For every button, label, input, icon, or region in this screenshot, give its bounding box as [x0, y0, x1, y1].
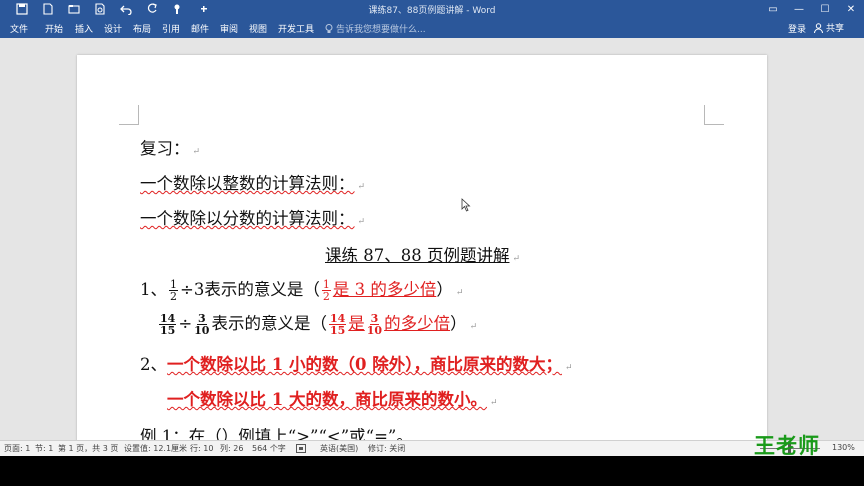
- q1b-fraction-a-den: 15: [160, 324, 176, 337]
- section-title: 课练 87、88 页例题讲解 ↵: [325, 242, 520, 266]
- paragraph-mark: ↵: [512, 254, 521, 264]
- status-bar: 页面: 1 节: 1 第 1 页，共 3 页 设置值: 12.1厘米 行: 10…: [0, 440, 864, 456]
- tell-me-box[interactable]: 告诉我您想要做什么...: [325, 22, 426, 35]
- question-1b: 14 15 ÷ 3 10 表示的意义是（ 14 15 是 3 10 的多少倍） ↵: [157, 310, 477, 336]
- q1-answer-fraction-den: 2: [322, 290, 330, 303]
- mouse-cursor-icon: [461, 198, 471, 212]
- share-label: 共享: [826, 24, 845, 34]
- q1-divisor: ÷3: [180, 280, 205, 299]
- maximize-button[interactable]: ☐: [812, 0, 838, 18]
- paragraph-mark: ↵: [192, 147, 201, 157]
- close-button[interactable]: ✕: [838, 0, 864, 18]
- status-language[interactable]: 英语(美国): [320, 443, 358, 454]
- q1-fraction: 12: [169, 279, 178, 302]
- q2-number: 2、: [140, 355, 167, 374]
- review-heading: 复习： ↵: [140, 135, 200, 159]
- status-row[interactable]: 行: 10: [190, 443, 213, 454]
- crop-mark-top-right: [704, 105, 724, 125]
- tab-mailings[interactable]: 邮件: [191, 22, 209, 35]
- q1-meaning-label: 表示的意义是（: [204, 280, 320, 299]
- ribbon-tabs: 文件 开始 插入 设计 布局 引用 邮件 审阅 视图 开发工具 告诉我您想要做什…: [0, 18, 864, 38]
- section-title-text: 课练 87、88 页例题讲解: [325, 246, 510, 265]
- tab-developer[interactable]: 开发工具: [278, 22, 314, 35]
- status-page-of[interactable]: 第 1 页，共 3 页: [58, 443, 118, 454]
- q1b-fraction-a: 14 15: [159, 313, 177, 337]
- example-1-text: 例 1：在（）例填上“>”“<”或“=”。: [140, 427, 413, 440]
- status-section[interactable]: 节: 1: [35, 443, 53, 454]
- tab-layout[interactable]: 布局: [133, 22, 151, 35]
- minimize-button[interactable]: —: [786, 0, 812, 18]
- tab-view[interactable]: 视图: [249, 22, 267, 35]
- q1b-divide: ÷: [178, 314, 193, 333]
- tab-design[interactable]: 设计: [104, 22, 122, 35]
- paragraph-mark: ↵: [455, 288, 464, 298]
- q1b-close-paren: ）: [450, 314, 467, 333]
- tab-references[interactable]: 引用: [162, 22, 180, 35]
- lightbulb-icon: [325, 23, 333, 33]
- q2-line-2: 一个数除以比 1 大的数，商比原来的数小。: [167, 390, 487, 409]
- tab-review[interactable]: 审阅: [220, 22, 238, 35]
- macro-record-icon[interactable]: [296, 444, 306, 453]
- q1-number: 1、: [140, 280, 167, 299]
- title-bar: 课练87、88页例题讲解 - Word ▭ — ☐ ✕: [0, 0, 864, 18]
- rule-fraction-text: 一个数除以分数的计算法则：: [140, 209, 355, 228]
- paragraph-mark: ↵: [489, 398, 498, 408]
- document-page[interactable]: 复习： ↵ 一个数除以整数的计算法则： ↵ 一个数除以分数的计算法则： ↵ 课练 87…: [77, 55, 767, 440]
- q1b-fraction-b-den: 10: [194, 324, 210, 337]
- q1b-answer-end: 的多少倍: [384, 314, 451, 333]
- q1-answer-fraction: 12: [321, 279, 331, 303]
- tab-file[interactable]: 文件: [10, 22, 28, 35]
- q1b-fraction-b: 3 10: [194, 313, 209, 336]
- status-page[interactable]: 页面: 1: [4, 443, 30, 454]
- ribbon-display-button[interactable]: ▭: [760, 0, 786, 18]
- share-button[interactable]: 共享: [814, 20, 844, 35]
- rule-integer-text: 一个数除以整数的计算法则：: [140, 174, 355, 193]
- question-1: 1、 1 2 ÷3表示的意义是（ 1 2 是 3 的多少倍） ↵: [140, 276, 463, 302]
- video-letterbox: [0, 456, 864, 486]
- rule-fraction: 一个数除以分数的计算法则： ↵: [140, 205, 365, 229]
- q1-close-paren: ）: [436, 280, 453, 299]
- review-heading-text: 复习：: [140, 139, 190, 158]
- tab-insert[interactable]: 插入: [75, 22, 93, 35]
- q1-answer: 是 3 的多少倍: [332, 280, 437, 299]
- tell-me-placeholder: 告诉我您想要做什么...: [336, 25, 426, 35]
- q1-fraction-den: 2: [170, 290, 177, 303]
- example-1: 例 1：在（）例填上“>”“<”或“=”。: [140, 423, 413, 440]
- signin-link[interactable]: 登录: [788, 22, 806, 35]
- q1b-answer-fraction-a-den: 15: [329, 324, 346, 337]
- question-2: 2、一个数除以比 1 小的数（0 除外），商比原来的数大； ↵: [140, 351, 573, 375]
- window-controls: ▭ — ☐ ✕: [760, 0, 864, 18]
- paragraph-mark: ↵: [357, 217, 366, 227]
- rule-integer: 一个数除以整数的计算法则： ↵: [140, 170, 365, 194]
- paragraph-mark: ↵: [564, 363, 573, 373]
- person-icon: [814, 22, 823, 33]
- status-column[interactable]: 列: 26: [220, 443, 243, 454]
- status-word-count[interactable]: 564 个字: [252, 443, 286, 454]
- paragraph-mark: ↵: [357, 182, 366, 192]
- q2-line-1: 一个数除以比 1 小的数（0 除外），商比原来的数大；: [167, 355, 562, 374]
- tab-home[interactable]: 开始: [45, 22, 63, 35]
- q1b-meaning-label: 表示的意义是（: [211, 314, 327, 333]
- paragraph-mark: ↵: [469, 322, 478, 332]
- status-zoom[interactable]: 130%: [832, 443, 855, 452]
- status-track-changes[interactable]: 修订: 关闭: [368, 443, 405, 454]
- crop-mark-top-left: [119, 105, 139, 125]
- question-2-line-2: 一个数除以比 1 大的数，商比原来的数小。 ↵: [167, 386, 498, 410]
- q1b-answer-fraction-b: 3 10: [367, 313, 382, 336]
- document-title: 课练87、88页例题讲解 - Word: [368, 6, 496, 16]
- q1b-answer-mid: 是: [348, 314, 365, 333]
- q1b-answer-fraction-b-den: 10: [366, 324, 383, 337]
- document-workspace: 复习： ↵ 一个数除以整数的计算法则： ↵ 一个数除以分数的计算法则： ↵ 课练 87…: [0, 38, 864, 440]
- status-setting[interactable]: 设置值: 12.1厘米: [124, 443, 187, 454]
- q1b-answer-fraction-a: 14 15: [328, 313, 347, 337]
